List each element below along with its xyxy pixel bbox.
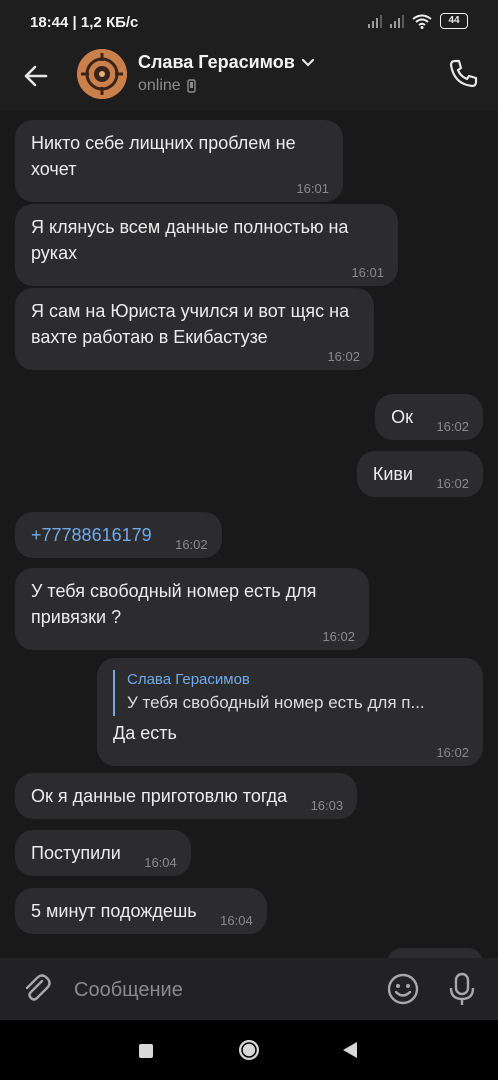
message-bubble[interactable]: Поступили 16:04 <box>15 830 191 876</box>
status-bar: 18:44 | 1,2 КБ/с 44 <box>0 0 498 44</box>
message-bubble[interactable]: 5 минут подождешь 16:04 <box>15 888 267 934</box>
message-bubble[interactable]: Киви 16:02 <box>356 451 483 497</box>
contact-status-row: online <box>138 77 196 95</box>
phone-link[interactable]: +77788616179 <box>31 525 152 545</box>
avatar-emblem-icon <box>77 49 127 99</box>
message-time: 16:02 <box>322 629 355 644</box>
message-time: 16:03 <box>310 798 344 813</box>
message-text: У тебя свободный номер есть для привязки… <box>31 581 317 627</box>
message-time: 16:02 <box>175 537 208 552</box>
message-text: Поступили <box>31 843 121 863</box>
message-time: 16:01 <box>296 181 329 196</box>
home-button[interactable] <box>238 1039 260 1061</box>
wifi-icon <box>412 14 432 29</box>
message-time: 16:04 <box>144 855 177 870</box>
nav-back-button[interactable] <box>342 1041 358 1059</box>
message-list[interactable]: Никто себе лищних проблем не хочет 16:01… <box>0 110 498 958</box>
message-input[interactable] <box>72 972 376 1008</box>
reply-author: Слава Герасимов <box>127 671 250 688</box>
contact-name[interactable]: Слава Герасимов <box>138 52 295 73</box>
message-bubble[interactable]: Ок я данные приготовлю тогда 16:03 <box>15 773 358 819</box>
emoji-icon[interactable] <box>386 972 420 1006</box>
reply-quote[interactable]: Слава Герасимов У тебя свободный номер е… <box>113 670 467 716</box>
message-time: 16:02 <box>327 349 360 364</box>
message-time: 16:04 <box>220 913 253 928</box>
message-text: Никто себе лищних проблем не хочет <box>31 133 296 179</box>
avatar[interactable] <box>77 49 127 99</box>
status-time: 18:44 | 1,2 КБ/с <box>30 14 139 31</box>
phone-icon[interactable] <box>446 57 480 91</box>
message-text: Да есть <box>113 723 177 743</box>
status-icons: 44 <box>368 13 468 29</box>
back-arrow-icon[interactable] <box>18 58 54 94</box>
message-text: Киви <box>372 464 413 484</box>
reply-text: У тебя свободный номер есть для п... <box>127 693 425 712</box>
system-nav-bar <box>0 1020 498 1080</box>
message-bubble[interactable]: У тебя свободный номер есть для привязки… <box>15 568 369 650</box>
message-bubble[interactable]: Слава Герасимов У тебя свободный номер е… <box>97 658 483 766</box>
message-time: 16:02 <box>436 745 469 760</box>
battery-icon: 44 <box>440 13 468 29</box>
attach-icon[interactable] <box>20 972 54 1006</box>
chevron-down-icon[interactable] <box>301 58 315 68</box>
recents-button[interactable] <box>139 1044 153 1058</box>
message-text: Я сам на Юриста учился и вот щяс на вахт… <box>31 301 350 347</box>
chat-header: Слава Герасимов online <box>0 44 498 110</box>
signal-icon <box>368 14 382 28</box>
message-text: Ок <box>391 407 413 427</box>
signal-icon-2 <box>390 14 404 28</box>
message-bubble[interactable]: Я клянусь всем данные полностью на руках… <box>15 204 398 286</box>
message-time: 16:01 <box>351 265 384 280</box>
message-composer <box>0 958 498 1020</box>
mobile-icon <box>187 79 196 93</box>
message-bubble-partial[interactable] <box>387 948 483 958</box>
message-bubble[interactable]: +77788616179 16:02 <box>15 512 222 558</box>
message-time: 16:02 <box>436 419 469 434</box>
message-time: 16:02 <box>436 476 469 491</box>
message-bubble[interactable]: Я сам на Юриста учился и вот щяс на вахт… <box>15 288 374 370</box>
mic-icon[interactable] <box>446 971 478 1007</box>
message-bubble[interactable]: Никто себе лищних проблем не хочет 16:01 <box>15 120 343 202</box>
message-text: Я клянусь всем данные полностью на руках <box>31 217 349 263</box>
contact-name-row[interactable]: Слава Герасимов <box>138 52 315 73</box>
contact-status: online <box>138 77 181 94</box>
message-bubble[interactable]: Ок 16:02 <box>375 394 483 440</box>
message-text: 5 минут подождешь <box>31 901 197 921</box>
message-text: Ок я данные приготовлю тогда <box>31 786 288 806</box>
